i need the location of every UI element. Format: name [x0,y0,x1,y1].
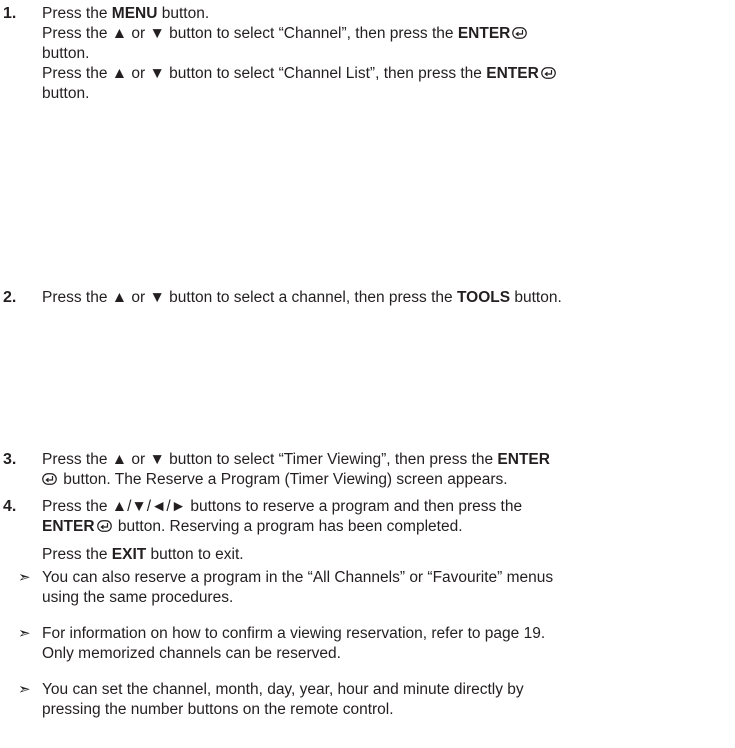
note-arrow-icon: ➣ [18,625,31,642]
menu-button-label: MENU [111,5,158,22]
step-4-line-1: Press the ▲/▼/◄/► buttons to reserve a p… [42,498,523,515]
step-number: 3. [3,451,17,468]
step-1-line-5: button. [42,85,90,102]
enter-button-label: ENTER [457,25,511,42]
tools-button-label: TOOLS [456,289,511,306]
note-1-line-2: using the same procedures. [42,589,234,606]
step-number: 2. [3,289,17,306]
step-3-line-1: Press the ▲ or ▼ button to select “Timer… [42,451,550,468]
step-1-line-2: Press the ▲ or ▼ button to select “Chann… [42,24,732,44]
step-1-line-1: Press the MENU button. [42,5,210,22]
note-1-line-1: You can also reserve a program in the “A… [42,569,554,586]
exit-button-label: EXIT [111,546,147,563]
step-4-line-3: Press the EXIT button to exit. [42,546,244,563]
step-4-body: Press the ▲/▼/◄/► buttons to reserve a p… [42,497,732,565]
enter-icon [512,27,528,39]
step-2-line-1: Press the ▲ or ▼ button to select a chan… [42,289,562,306]
enter-icon [42,473,57,485]
enter-icon [540,67,556,79]
step-3-body: Press the ▲ or ▼ button to select “Timer… [42,450,732,490]
step-4-line-2: ENTER button. Reserving a program has be… [42,518,463,535]
enter-button-label: ENTER [497,451,550,468]
step-number: 1. [3,5,17,22]
step-1-line-3: button. [42,45,90,62]
enter-button-label: ENTER [486,65,539,82]
note-3-line-1: You can set the channel, month, day, yea… [42,681,524,698]
note-3-line-2: pressing the number buttons on the remot… [42,701,394,718]
step-1-body: Press the MENU button. Press the ▲ or ▼ … [42,4,732,104]
enter-icon [96,520,112,532]
note-arrow-icon: ➣ [18,569,31,586]
step-3-line-2: button. The Reserve a Program (Timer Vie… [42,470,732,490]
enter-button-label: ENTER [42,518,95,535]
step-1-line-4: Press the ▲ or ▼ button to select “Chann… [42,64,732,84]
note-2-line-1: For information on how to confirm a view… [42,625,546,642]
step-2-body: Press the ▲ or ▼ button to select a chan… [42,288,732,308]
note-2-line-2: Only memorized channels can be reserved. [42,645,341,662]
step-number: 4. [3,498,17,515]
note-arrow-icon: ➣ [18,681,31,698]
